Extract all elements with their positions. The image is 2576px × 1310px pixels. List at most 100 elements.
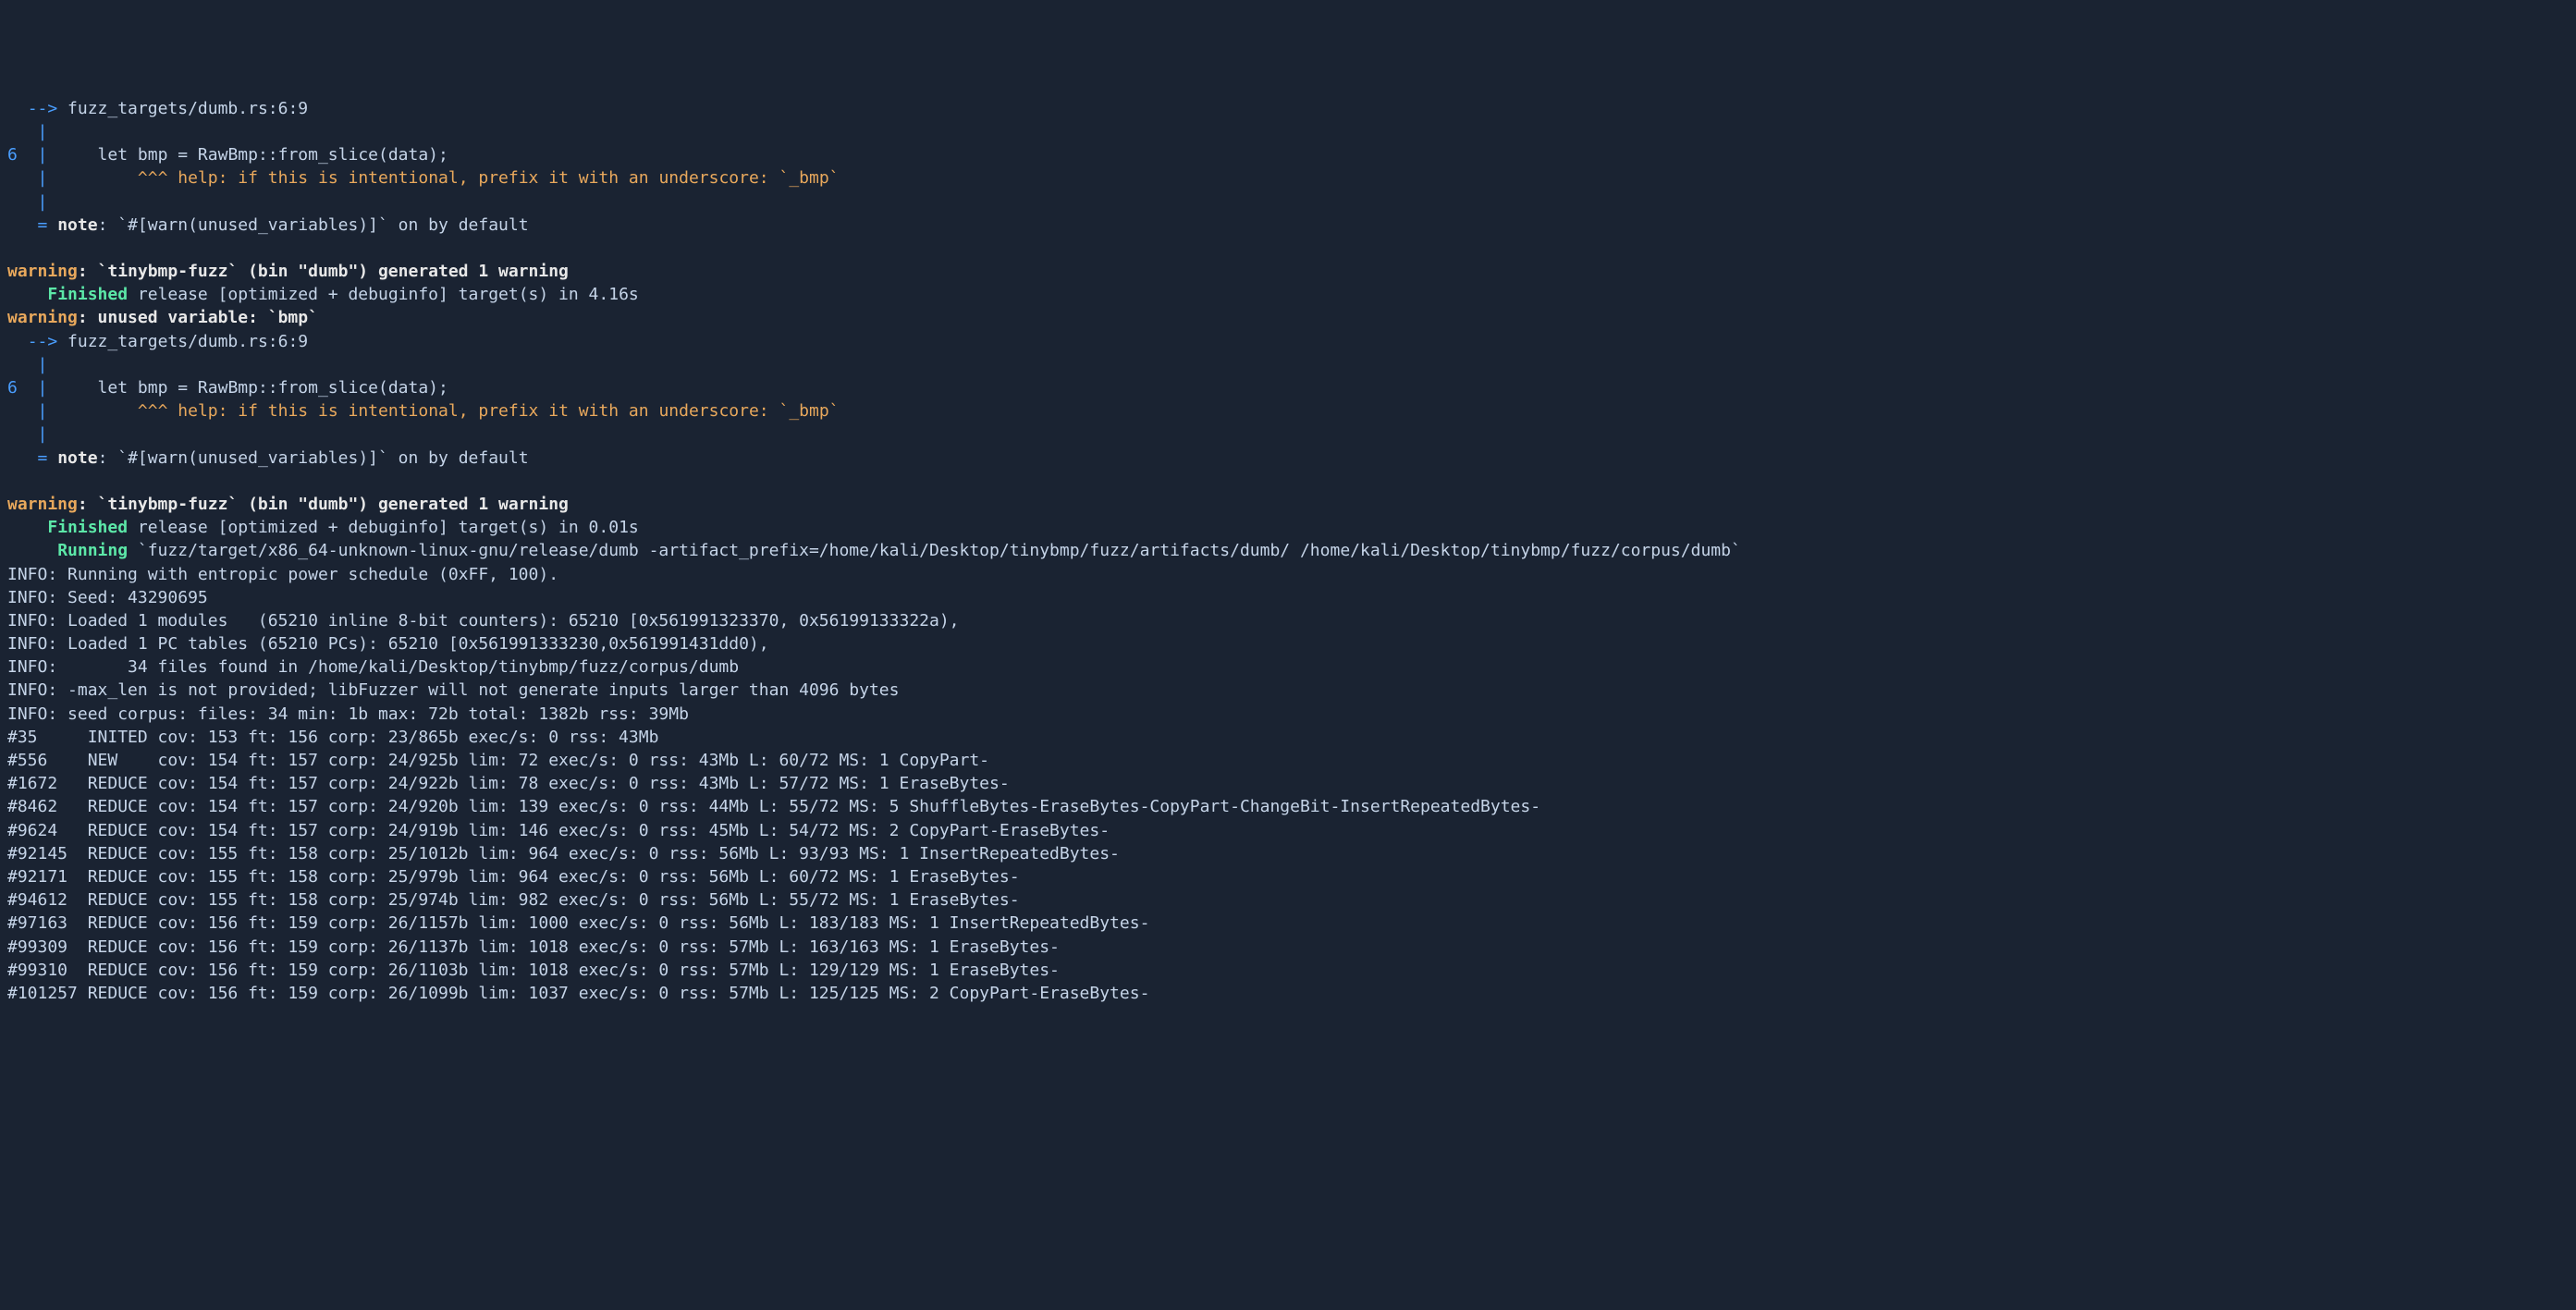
terminal-text-segment: fuzz_targets/dumb.rs:6:9 xyxy=(57,99,308,118)
terminal-text-segment xyxy=(7,448,38,468)
terminal-text-segment: let bmp = RawBmp::from_slice(data); xyxy=(47,145,448,165)
terminal-text-segment: : unused variable: `bmp` xyxy=(78,308,318,327)
terminal-line: INFO: seed corpus: files: 34 min: 1b max… xyxy=(7,703,2569,726)
terminal-line: --> fuzz_targets/dumb.rs:6:9 xyxy=(7,330,2569,353)
terminal-text-segment xyxy=(7,239,18,258)
terminal-line: INFO: -max_len is not provided; libFuzze… xyxy=(7,679,2569,702)
terminal-text-segment xyxy=(7,401,38,421)
terminal-text-segment: INFO: 34 files found in /home/kali/Deskt… xyxy=(7,657,739,677)
terminal-text-segment xyxy=(18,145,38,165)
terminal-text-segment xyxy=(47,168,138,188)
terminal-text-segment: help: if this is intentional, prefix it … xyxy=(178,401,839,421)
terminal-line: #92171 REDUCE cov: 155 ft: 158 corp: 25/… xyxy=(7,865,2569,888)
terminal-text-segment xyxy=(7,122,38,141)
terminal-line: 6 | let bmp = RawBmp::from_slice(data); xyxy=(7,143,2569,166)
terminal-line: warning: unused variable: `bmp` xyxy=(7,306,2569,329)
terminal-text-segment: | xyxy=(38,168,48,188)
terminal-line xyxy=(7,237,2569,260)
terminal-text-segment xyxy=(167,401,178,421)
terminal-line: INFO: Running with entropic power schedu… xyxy=(7,563,2569,586)
terminal-line: #99309 REDUCE cov: 156 ft: 159 corp: 26/… xyxy=(7,936,2569,959)
terminal-text-segment: : `#[warn(unused_variables)]` on by defa… xyxy=(98,448,529,468)
terminal-text-segment: ^^^ xyxy=(138,168,168,188)
terminal-text-segment: warning xyxy=(7,308,78,327)
terminal-line xyxy=(7,470,2569,493)
terminal-line: --> fuzz_targets/dumb.rs:6:9 xyxy=(7,97,2569,120)
terminal-text-segment: release [optimized + debuginfo] target(s… xyxy=(128,285,639,304)
terminal-text-segment xyxy=(7,424,38,444)
terminal-output[interactable]: --> fuzz_targets/dumb.rs:6:9 |6 | let bm… xyxy=(7,97,2569,1005)
terminal-line: | ^^^ help: if this is intentional, pref… xyxy=(7,166,2569,190)
terminal-text-segment xyxy=(7,355,38,374)
terminal-text-segment: #92145 REDUCE cov: 155 ft: 158 corp: 25/… xyxy=(7,844,1120,863)
terminal-text-segment: release [optimized + debuginfo] target(s… xyxy=(128,518,639,537)
terminal-text-segment: INFO: Loaded 1 modules (65210 inline 8-b… xyxy=(7,611,960,631)
terminal-text-segment: | xyxy=(38,424,48,444)
terminal-line: = note: `#[warn(unused_variables)]` on b… xyxy=(7,447,2569,470)
terminal-text-segment: fuzz_targets/dumb.rs:6:9 xyxy=(57,332,308,351)
terminal-text-segment: #1672 REDUCE cov: 154 ft: 157 corp: 24/9… xyxy=(7,774,1010,793)
terminal-text-segment: = xyxy=(38,215,48,235)
terminal-text-segment xyxy=(7,215,38,235)
terminal-text-segment: : `tinybmp-fuzz` (bin "dumb") generated … xyxy=(78,262,569,281)
terminal-line: INFO: 34 files found in /home/kali/Deskt… xyxy=(7,655,2569,679)
terminal-line: #99310 REDUCE cov: 156 ft: 159 corp: 26/… xyxy=(7,959,2569,982)
terminal-text-segment: #35 INITED cov: 153 ft: 156 corp: 23/865… xyxy=(7,728,658,747)
terminal-text-segment: 6 xyxy=(7,378,18,398)
terminal-line: Finished release [optimized + debuginfo]… xyxy=(7,516,2569,539)
terminal-text-segment: #99309 REDUCE cov: 156 ft: 159 corp: 26/… xyxy=(7,937,1060,957)
terminal-text-segment: --> xyxy=(28,332,58,351)
terminal-text-segment: | xyxy=(38,145,48,165)
terminal-text-segment xyxy=(18,378,38,398)
terminal-text-segment xyxy=(7,518,47,537)
terminal-text-segment xyxy=(47,401,138,421)
terminal-text-segment xyxy=(7,99,28,118)
terminal-line: INFO: Loaded 1 modules (65210 inline 8-b… xyxy=(7,609,2569,632)
terminal-text-segment: ^^^ xyxy=(138,401,168,421)
terminal-text-segment: #97163 REDUCE cov: 156 ft: 159 corp: 26/… xyxy=(7,913,1149,933)
terminal-line: #94612 REDUCE cov: 155 ft: 158 corp: 25/… xyxy=(7,888,2569,912)
terminal-line: #8462 REDUCE cov: 154 ft: 157 corp: 24/9… xyxy=(7,795,2569,818)
terminal-line: | xyxy=(7,190,2569,214)
terminal-text-segment: #99310 REDUCE cov: 156 ft: 159 corp: 26/… xyxy=(7,961,1060,980)
terminal-text-segment: help: if this is intentional, prefix it … xyxy=(178,168,839,188)
terminal-line: #101257 REDUCE cov: 156 ft: 159 corp: 26… xyxy=(7,982,2569,1005)
terminal-line: warning: `tinybmp-fuzz` (bin "dumb") gen… xyxy=(7,260,2569,283)
terminal-text-segment: INFO: Seed: 43290695 xyxy=(7,588,208,607)
terminal-text-segment: Finished xyxy=(47,285,128,304)
terminal-line: = note: `#[warn(unused_variables)]` on b… xyxy=(7,214,2569,237)
terminal-text-segment: note xyxy=(57,448,97,468)
terminal-line: | ^^^ help: if this is intentional, pref… xyxy=(7,399,2569,422)
terminal-text-segment: | xyxy=(38,355,48,374)
terminal-text-segment xyxy=(7,541,57,560)
terminal-text-segment: : `#[warn(unused_variables)]` on by defa… xyxy=(98,215,529,235)
terminal-line: | xyxy=(7,120,2569,143)
terminal-text-segment: #556 NEW cov: 154 ft: 157 corp: 24/925b … xyxy=(7,751,989,770)
terminal-text-segment: | xyxy=(38,378,48,398)
terminal-text-segment xyxy=(47,448,57,468)
terminal-text-segment xyxy=(7,471,18,491)
terminal-text-segment: --> xyxy=(28,99,58,118)
terminal-text-segment: INFO: -max_len is not provided; libFuzze… xyxy=(7,680,900,700)
terminal-line: #35 INITED cov: 153 ft: 156 corp: 23/865… xyxy=(7,726,2569,749)
terminal-text-segment: warning xyxy=(7,262,78,281)
terminal-text-segment xyxy=(7,168,38,188)
terminal-line: INFO: Seed: 43290695 xyxy=(7,586,2569,609)
terminal-text-segment: #94612 REDUCE cov: 155 ft: 158 corp: 25/… xyxy=(7,890,1020,910)
terminal-text-segment: INFO: Loaded 1 PC tables (65210 PCs): 65… xyxy=(7,634,769,654)
terminal-line: #92145 REDUCE cov: 155 ft: 158 corp: 25/… xyxy=(7,842,2569,865)
terminal-text-segment xyxy=(7,285,47,304)
terminal-line: Running `fuzz/target/x86_64-unknown-linu… xyxy=(7,539,2569,562)
terminal-text-segment: Finished xyxy=(47,518,128,537)
terminal-text-segment: #8462 REDUCE cov: 154 ft: 157 corp: 24/9… xyxy=(7,797,1540,816)
terminal-text-segment: warning xyxy=(7,495,78,514)
terminal-text-segment: Running xyxy=(57,541,128,560)
terminal-text-segment xyxy=(7,192,38,212)
terminal-line: #9624 REDUCE cov: 154 ft: 157 corp: 24/9… xyxy=(7,819,2569,842)
terminal-line: #1672 REDUCE cov: 154 ft: 157 corp: 24/9… xyxy=(7,772,2569,795)
terminal-text-segment: #9624 REDUCE cov: 154 ft: 157 corp: 24/9… xyxy=(7,821,1110,840)
terminal-text-segment xyxy=(47,215,57,235)
terminal-line: #97163 REDUCE cov: 156 ft: 159 corp: 26/… xyxy=(7,912,2569,935)
terminal-text-segment: let bmp = RawBmp::from_slice(data); xyxy=(47,378,448,398)
terminal-line: #556 NEW cov: 154 ft: 157 corp: 24/925b … xyxy=(7,749,2569,772)
